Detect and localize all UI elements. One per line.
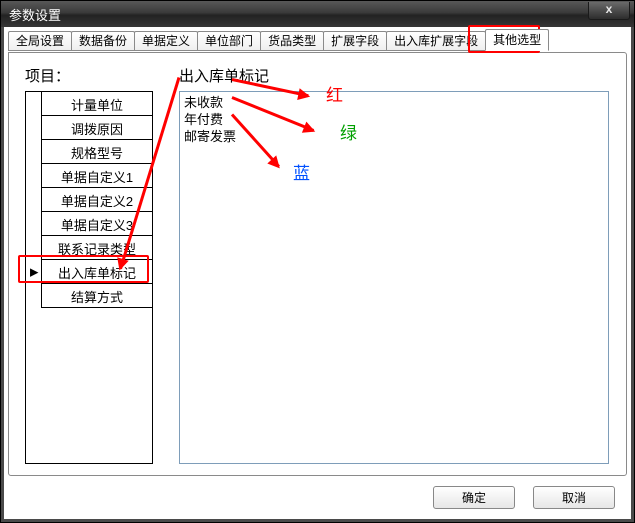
project-item-label: 单据自定义1 <box>42 167 152 186</box>
tab-ext-fields[interactable]: 扩展字段 <box>323 31 387 51</box>
project-item-inout-mark[interactable]: 出入库单标记 ▶ <box>26 260 152 284</box>
project-header: 项目： <box>25 65 70 86</box>
tab-unit-dept[interactable]: 单位部门 <box>197 31 261 51</box>
project-item-transfer[interactable]: 调拨原因▶ <box>26 116 152 140</box>
mark-header: 出入库单标记 <box>179 65 269 86</box>
project-list[interactable]: 计量单位▶ 调拨原因▶ 规格型号▶ 单据自定义1▶ 单据自定义2▶ 单据自定义3… <box>25 91 153 464</box>
tab-inout-ext-fields[interactable]: 出入库扩展字段 <box>386 31 486 51</box>
tab-data-backup[interactable]: 数据备份 <box>71 31 135 51</box>
project-item-label: 单据自定义2 <box>42 191 152 210</box>
titlebar: 参数设置 x <box>1 1 634 27</box>
project-item-custom2[interactable]: 单据自定义2▶ <box>26 188 152 212</box>
window-title: 参数设置 <box>9 5 588 24</box>
project-item-label: 结算方式 <box>42 287 152 306</box>
project-item-label: 调拨原因 <box>42 119 152 138</box>
project-item-label: 出入库单标记 <box>42 263 152 282</box>
window-root: 参数设置 x 全局设置 数据备份 单据定义 单位部门 货品类型 扩展字段 出入库… <box>0 0 635 523</box>
cancel-button[interactable]: 取消 <box>533 486 615 509</box>
project-item-unit[interactable]: 计量单位▶ <box>26 92 152 116</box>
footer-buttons: 确定 取消 <box>433 486 615 509</box>
tab-other-options[interactable]: 其他选型 <box>485 29 549 51</box>
ok-button[interactable]: 确定 <box>433 486 515 509</box>
project-item-label: 单据自定义3 <box>42 215 152 234</box>
project-item-label: 规格型号 <box>42 143 152 162</box>
project-item-custom1[interactable]: 单据自定义1▶ <box>26 164 152 188</box>
list-item[interactable]: 邮寄发票 <box>184 128 604 145</box>
tab-doc-definition[interactable]: 单据定义 <box>134 31 198 51</box>
project-item-label: 计量单位 <box>42 95 152 114</box>
project-item-spec[interactable]: 规格型号▶ <box>26 140 152 164</box>
tab-global-settings[interactable]: 全局设置 <box>8 31 72 51</box>
mark-listbox-inner[interactable]: 未收款 年付费 邮寄发票 <box>180 92 608 463</box>
project-item-custom3[interactable]: 单据自定义3▶ <box>26 212 152 236</box>
selection-arrow-icon: ▶ <box>30 266 38 279</box>
tab-strip: 全局设置 数据备份 单据定义 单位部门 货品类型 扩展字段 出入库扩展字段 其他… <box>8 31 627 53</box>
project-item-settlement[interactable]: 结算方式▶ <box>26 284 152 308</box>
tab-product-type[interactable]: 货品类型 <box>260 31 324 51</box>
tab-panel-other-options: 项目： 出入库单标记 计量单位▶ 调拨原因▶ 规格型号▶ 单据自定义1▶ 单据自… <box>8 52 627 476</box>
mark-listbox[interactable]: 未收款 年付费 邮寄发票 <box>179 91 609 464</box>
list-item[interactable]: 年付费 <box>184 111 604 128</box>
project-item-label: 联系记录类型 <box>42 239 152 258</box>
close-button[interactable]: x <box>588 2 630 20</box>
project-item-contact-type[interactable]: 联系记录类型▶ <box>26 236 152 260</box>
client-area: 全局设置 数据备份 单据定义 单位部门 货品类型 扩展字段 出入库扩展字段 其他… <box>1 27 634 522</box>
list-item[interactable]: 未收款 <box>184 94 604 111</box>
